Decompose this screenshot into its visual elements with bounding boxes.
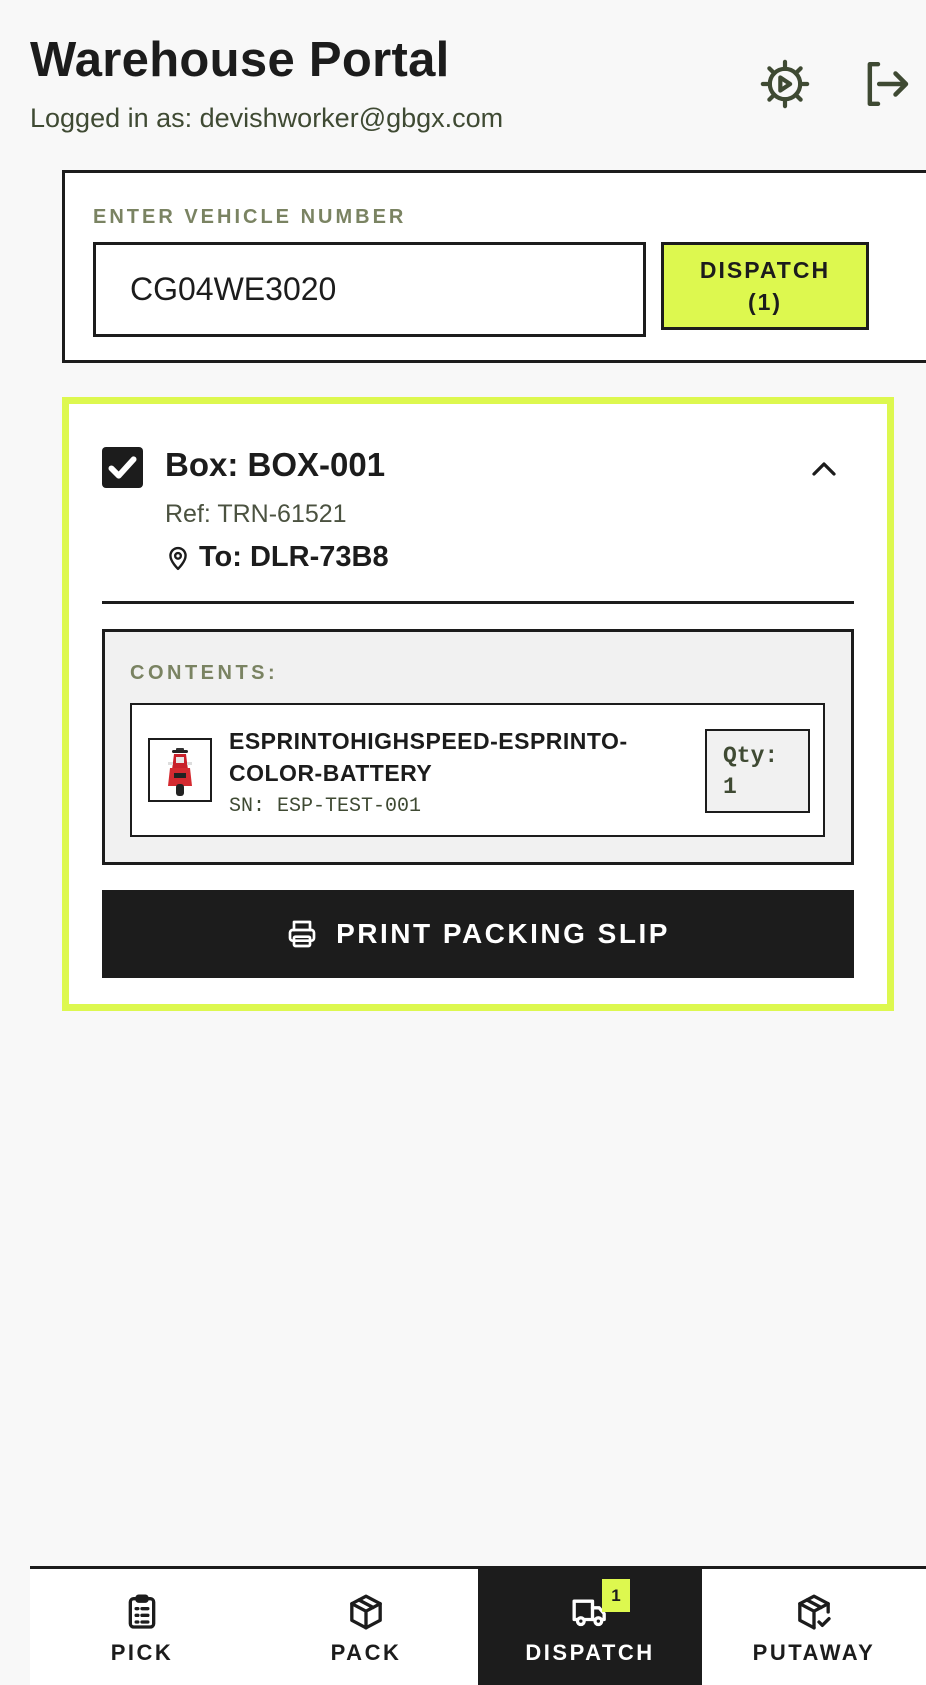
item-name: ESPRINTOHIGHSPEED-ESPRINTO-COLOR-BATTERY: [229, 728, 628, 786]
chevron-up-icon[interactable]: [809, 454, 839, 484]
box-card: Box: BOX-001 Ref: TRN-61521 To: DLR-73B8…: [62, 397, 894, 1011]
printer-icon: [288, 920, 316, 948]
tab-putaway-label: PUTAWAY: [752, 1640, 876, 1665]
print-packing-slip-label: PRINT PACKING SLIP: [336, 918, 670, 949]
logged-in-user: Logged in as: devishworker@gbgx.com: [30, 103, 504, 133]
scooter-image: [148, 738, 212, 802]
box-title: Box: BOX-001: [165, 446, 386, 483]
tab-pack-label: PACK: [330, 1640, 402, 1665]
vehicle-entry-card: ENTER VEHICLE NUMBER DISPATCH (1): [62, 170, 926, 363]
tab-pack[interactable]: PACK: [254, 1569, 478, 1685]
box-destination: To: DLR-73B8: [199, 541, 389, 573]
contents-panel: CONTENTS: ESPRINTOHIGHSPEED-ESPRINTO-COL…: [102, 629, 854, 865]
bottom-nav: PICK PACK DISPATCH 1 PUTAWAY: [30, 1566, 926, 1685]
item-serial-number: SN: ESP-TEST-001: [229, 795, 422, 818]
dispatch-count-badge: 1: [602, 1579, 630, 1612]
package-check-icon: [798, 1594, 831, 1630]
page-title: Warehouse Portal: [30, 33, 450, 87]
box-divider: [102, 601, 854, 604]
tab-dispatch[interactable]: DISPATCH 1: [478, 1569, 702, 1685]
tab-pick-label: PICK: [110, 1640, 174, 1665]
contents-label: CONTENTS:: [130, 662, 279, 684]
tab-putaway[interactable]: PUTAWAY: [702, 1569, 926, 1685]
logout-icon[interactable]: [857, 56, 913, 112]
box-select-checkbox[interactable]: [102, 447, 143, 488]
item-quantity: Qty: 1: [705, 729, 810, 813]
tab-dispatch-label: DISPATCH: [525, 1640, 655, 1665]
gear-icon[interactable]: [757, 56, 813, 112]
dispatch-button[interactable]: DISPATCH (1): [661, 242, 869, 330]
box-icon: [350, 1594, 382, 1630]
box-reference: Ref: TRN-61521: [165, 500, 347, 528]
vehicle-number-label: ENTER VEHICLE NUMBER: [93, 206, 407, 228]
checkmark-icon: [108, 456, 137, 479]
vehicle-number-input[interactable]: [93, 242, 646, 337]
tab-pick[interactable]: PICK: [30, 1569, 254, 1685]
print-packing-slip-button[interactable]: PRINT PACKING SLIP: [102, 890, 854, 978]
clipboard-icon: [128, 1594, 156, 1629]
content-item-row: ESPRINTOHIGHSPEED-ESPRINTO-COLOR-BATTERY…: [130, 703, 825, 837]
location-pin-icon: [169, 546, 187, 571]
